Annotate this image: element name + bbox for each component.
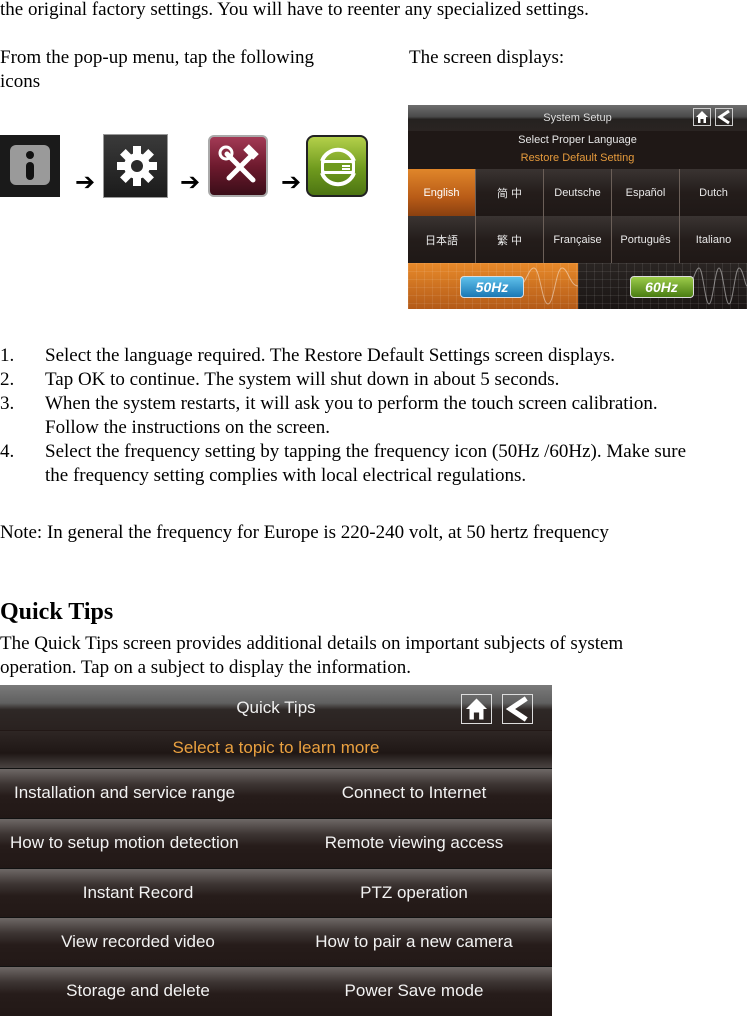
- arrow-icon: ➔: [281, 168, 302, 196]
- topic-row: Storage and delete Power Save mode: [0, 966, 552, 1016]
- language-option-dutch[interactable]: Dutch: [680, 169, 747, 216]
- 60hz-button[interactable]: 60Hz: [629, 276, 694, 298]
- language-row-2: 日本語 繁 中 Française Português Italiano: [408, 216, 747, 263]
- quick-tips-desc-line2: operation. Tap on a subject to display t…: [0, 657, 411, 678]
- topic-storage-delete[interactable]: Storage and delete: [0, 967, 276, 1016]
- home-button[interactable]: [461, 694, 492, 724]
- topic-remote-viewing[interactable]: Remote viewing access: [276, 819, 552, 868]
- quick-tips-heading: Quick Tips: [0, 599, 114, 625]
- language-option-french[interactable]: Française: [544, 216, 612, 263]
- home-icon: [466, 698, 487, 720]
- language-option-italian[interactable]: Italiano: [680, 216, 747, 263]
- step-item: 2. Tap OK to continue. The system will sh…: [0, 369, 560, 390]
- language-row-1: English 简 中 Deutsche Español Dutch: [408, 169, 747, 216]
- popup-instruction-cont: icons: [0, 71, 41, 92]
- language-option-traditional-chinese[interactable]: 繁 中: [476, 216, 544, 263]
- restore-icon: [306, 135, 368, 197]
- note-text: Note: In general the frequency for Europ…: [0, 522, 609, 543]
- topic-row: Instant Record PTZ operation: [0, 868, 552, 918]
- language-option-portuguese[interactable]: Português: [612, 216, 680, 263]
- restore-default-label: Restore Default Setting: [520, 152, 635, 164]
- topic-row: View recorded video How to pair a new ca…: [0, 917, 552, 967]
- back-arrow-icon: [717, 109, 730, 125]
- topic-ptz-operation[interactable]: PTZ operation: [276, 869, 552, 918]
- system-setup-screen: System Setup Select Proper Language Rest…: [408, 105, 747, 309]
- topic-motion-detection[interactable]: How to setup motion detection: [0, 819, 276, 868]
- back-button[interactable]: [502, 694, 533, 724]
- arrow-icon: ➔: [180, 168, 201, 196]
- quick-tips-desc-line1: The Quick Tips screen provides additiona…: [0, 633, 624, 654]
- quick-tips-screen: Quick Tips Select a topic to learn more …: [0, 685, 552, 1016]
- topic-instant-record[interactable]: Instant Record: [0, 869, 276, 918]
- topic-view-recorded-video[interactable]: View recorded video: [0, 918, 276, 967]
- waveform-icon: [517, 267, 578, 305]
- select-topic-label: Select a topic to learn more: [0, 731, 552, 769]
- frequency-60hz-option[interactable]: 60Hz: [577, 263, 747, 309]
- frequency-50hz-option[interactable]: 50Hz: [408, 263, 578, 309]
- language-option-japanese[interactable]: 日本語: [408, 216, 476, 263]
- frequency-selector: 50Hz 60Hz: [408, 263, 747, 309]
- topic-row: Installation and service range Connect t…: [0, 768, 552, 818]
- screen-displays-label: The screen displays:: [409, 47, 565, 68]
- info-icon: [0, 135, 60, 197]
- gear-icon: [103, 134, 168, 198]
- arrow-icon: ➔: [75, 168, 96, 196]
- select-language-label: Select Proper Language: [518, 134, 637, 146]
- step-item: 4. Select the frequency setting by tappin…: [0, 441, 687, 486]
- home-button[interactable]: [693, 108, 711, 126]
- popup-instruction: From the pop-up menu, tap the following: [0, 47, 314, 68]
- step-item: 3. When the system restarts, it will ask …: [0, 393, 658, 438]
- steps-list: 1. Select the language required. The Rest…: [0, 344, 686, 488]
- topic-power-save[interactable]: Power Save mode: [276, 967, 552, 1016]
- language-option-simplified-chinese[interactable]: 简 中: [476, 169, 544, 216]
- home-icon: [696, 111, 708, 123]
- topic-row: How to setup motion detection Remote vie…: [0, 818, 552, 868]
- back-button[interactable]: [715, 108, 733, 126]
- intro-text: the original factory settings. You will …: [0, 0, 589, 20]
- 50hz-button[interactable]: 50Hz: [460, 276, 524, 298]
- language-option-english[interactable]: English: [408, 169, 476, 216]
- topic-pair-camera[interactable]: How to pair a new camera: [276, 918, 552, 967]
- tools-icon: [208, 135, 268, 197]
- waveform-icon: [687, 267, 747, 305]
- step-item: 1. Select the language required. The Rest…: [0, 345, 615, 366]
- language-option-spanish[interactable]: Español: [612, 169, 680, 216]
- language-option-german[interactable]: Deutsche: [544, 169, 612, 216]
- topic-installation[interactable]: Installation and service range: [0, 769, 276, 818]
- back-arrow-icon: [505, 696, 528, 722]
- topic-connect-internet[interactable]: Connect to Internet: [276, 769, 552, 818]
